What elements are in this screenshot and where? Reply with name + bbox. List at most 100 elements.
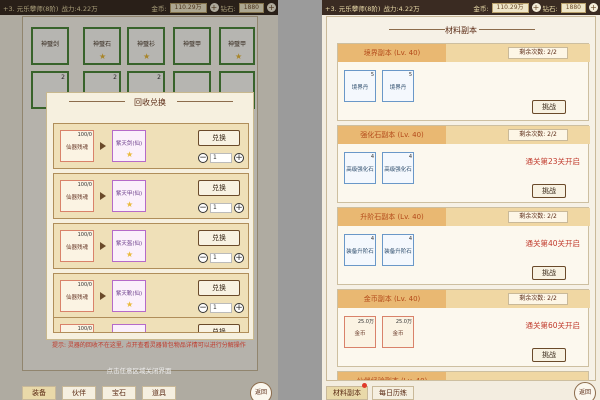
source-label: 仙器残魂 <box>65 245 88 251</box>
arrow-right-icon <box>100 192 106 200</box>
quantity-input[interactable]: 1 <box>210 253 232 263</box>
source-item[interactable]: 100/0 <box>60 324 94 332</box>
plus-icon[interactable]: + <box>234 203 244 213</box>
challenge-button[interactable]: 挑战 <box>532 266 566 280</box>
reward-item[interactable]: 5 境界丹 <box>344 70 376 102</box>
source-item[interactable]: 100/0 仙器残魂 <box>60 230 94 262</box>
reward-label: 境界丹 <box>389 85 407 91</box>
target-label: 紫天盔(仙) <box>115 241 143 247</box>
source-item[interactable]: 100/0 仙器残魂 <box>60 180 94 212</box>
exchange-title: 回收兑换 <box>134 98 166 107</box>
exchange-button[interactable]: 兑换 <box>198 230 240 246</box>
reward-item[interactable]: 4 装备升阶石 <box>382 234 414 266</box>
unlock-requirement: 通关第60关开启 <box>525 321 580 330</box>
reward-item[interactable]: 4 高级强化石 <box>344 152 376 184</box>
exchange-row: 100/0 仙器残魂 紫天剑(仙) ★ 兑换 −1 + <box>53 123 249 169</box>
target-label: 紫天靴(仙) <box>115 291 143 297</box>
arrow-right-icon <box>100 292 106 300</box>
target-item[interactable]: 紫天盔(仙) ★ <box>112 230 146 262</box>
star-icon: ★ <box>126 250 134 259</box>
reward-count: 4 <box>408 154 412 160</box>
exchange-row: 100/0 兑换 <box>53 317 249 333</box>
source-label: 仙器残魂 <box>65 145 88 151</box>
source-item[interactable]: 100/0 仙器残魂 <box>60 280 94 312</box>
status-bar: +3. 元乐攀师(8阶) 战力: 4.22万 金币: 110.29万 + 钻石:… <box>322 0 600 15</box>
reward-item[interactable]: 5 境界丹 <box>382 70 414 102</box>
minus-icon[interactable]: − <box>198 303 208 313</box>
reward-label: 金币 <box>354 331 366 337</box>
back-button[interactable]: 返回 <box>250 382 272 400</box>
target-item[interactable]: 紫天甲(仙) ★ <box>112 180 146 212</box>
target-label: 紫天甲(仙) <box>115 191 143 197</box>
quantity-stepper: −1 + <box>198 202 244 214</box>
reward-item[interactable]: 4 装备升阶石 <box>344 234 376 266</box>
quantity-stepper: −1 + <box>198 252 244 264</box>
exchange-button[interactable]: 兑换 <box>198 324 240 332</box>
exchange-button[interactable]: 兑换 <box>198 280 240 296</box>
bag-tabs: 装备 伙伴 宝石 道具 <box>22 386 176 400</box>
tab-gem[interactable]: 宝石 <box>102 386 136 400</box>
dungeon-header: 境界副本 (Lv. 40) 剩余次数: 2/2 <box>338 44 590 62</box>
source-item[interactable]: 100/0 仙器残魂 <box>60 130 94 162</box>
tab-equipment[interactable]: 装备 <box>22 386 56 400</box>
challenge-button[interactable]: 挑战 <box>532 184 566 198</box>
add-gold-icon[interactable]: + <box>531 3 541 12</box>
back-button[interactable]: 返回 <box>574 382 596 400</box>
quantity-input[interactable]: 1 <box>210 203 232 213</box>
minus-icon[interactable]: − <box>198 253 208 263</box>
unlock-requirement: 通关第23关开启 <box>525 157 580 166</box>
screenshot-root: +3. 元乐攀师(8阶) 战力: 4.22万 金币: 110.29万 + 钻石:… <box>0 0 600 400</box>
dungeon-card: 金币副本 (Lv. 40) 剩余次数: 2/2 25.0万 金币 25.0万 金币 … <box>337 289 590 367</box>
exchange-row: 100/0 仙器残魂 紫天甲(仙) ★ 兑换 −1 + <box>53 173 249 219</box>
plus-icon[interactable]: + <box>234 153 244 163</box>
dungeon-header: 升阶石副本 (Lv. 40) 剩余次数: 2/2 <box>338 208 590 226</box>
target-item[interactable]: 紫天剑(仙) ★ <box>112 130 146 162</box>
exchange-button[interactable]: 兑换 <box>198 130 240 146</box>
dungeon-header: 金币副本 (Lv. 40) 剩余次数: 2/2 <box>338 290 590 308</box>
tab-material-dungeon[interactable]: 材料副本 <box>326 386 368 400</box>
dungeon-card: 强化石副本 (Lv. 40) 剩余次数: 2/2 4 高级强化石 4 高级强化石 通… <box>337 125 590 203</box>
tab-daily-trial[interactable]: 每日历练 <box>372 386 414 400</box>
gold-label: 金币: <box>473 4 489 13</box>
reward-item[interactable]: 25.0万 金币 <box>344 316 376 348</box>
title-divider <box>177 101 233 102</box>
reward-label: 高级强化石 <box>384 167 412 173</box>
target-item[interactable] <box>112 324 146 332</box>
target-item[interactable]: 紫天靴(仙) ★ <box>112 280 146 312</box>
exchange-row: 100/0 仙器残魂 紫天靴(仙) ★ 兑换 −1 + <box>53 273 249 319</box>
exchange-button[interactable]: 兑换 <box>198 180 240 196</box>
plus-icon[interactable]: + <box>234 303 244 313</box>
tab-partner[interactable]: 伙伴 <box>62 386 96 400</box>
tab-props[interactable]: 道具 <box>142 386 176 400</box>
close-hint[interactable]: 点击任意区域关闭界面 <box>0 365 278 375</box>
notification-dot-icon <box>362 383 367 388</box>
quantity-input[interactable]: 1 <box>210 303 232 313</box>
plus-icon[interactable]: + <box>234 253 244 263</box>
unlock-requirement: 通关第40关开启 <box>525 239 580 248</box>
power-value: 4.22万 <box>398 4 420 13</box>
source-count: 100/0 <box>77 282 92 288</box>
add-jade-icon[interactable]: + <box>589 3 598 12</box>
quantity-input[interactable]: 1 <box>210 153 232 163</box>
source-count: 100/0 <box>77 232 92 238</box>
remaining-count: 剩余次数: 2/2 <box>508 129 568 141</box>
source-label: 仙器残魂 <box>65 195 88 201</box>
reward-item[interactable]: 25.0万 金币 <box>382 316 414 348</box>
remaining-count: 剩余次数: 2/2 <box>508 47 568 59</box>
source-label: 仙器残魂 <box>65 295 88 301</box>
remaining-count: 剩余次数: 2/2 <box>508 211 568 223</box>
star-icon: ★ <box>126 300 134 309</box>
dungeon-header: 强化石副本 (Lv. 40) 剩余次数: 2/2 <box>338 126 590 144</box>
challenge-button[interactable]: 挑战 <box>532 348 566 362</box>
reward-label: 高级强化石 <box>346 167 374 173</box>
dungeon-card: 伙伴经验副本 (Lv. 40) <box>337 371 589 381</box>
reward-count: 5 <box>370 72 374 78</box>
reward-item[interactable]: 4 高级强化石 <box>382 152 414 184</box>
challenge-button[interactable]: 挑战 <box>532 100 566 114</box>
title-divider <box>479 29 535 30</box>
remaining-count: 剩余次数: 2/2 <box>508 293 568 305</box>
source-count: 100/0 <box>77 326 92 332</box>
minus-icon[interactable]: − <box>198 153 208 163</box>
dungeon-name: 伙伴经验副本 (Lv. 40) <box>338 372 446 380</box>
minus-icon[interactable]: − <box>198 203 208 213</box>
